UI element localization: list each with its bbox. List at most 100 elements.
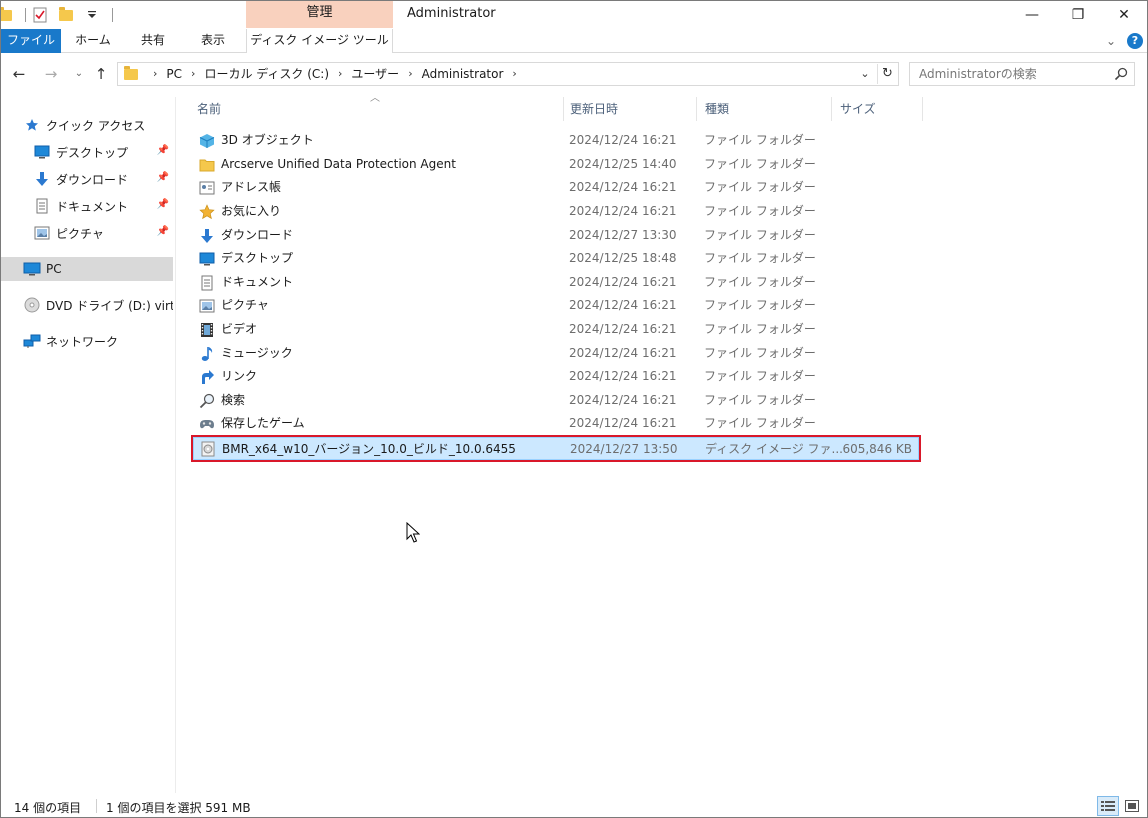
file-row[interactable]: 3D オブジェクト 2024/12/24 16:21 ファイル フォルダー	[193, 129, 919, 152]
file-row[interactable]: 検索 2024/12/24 16:21 ファイル フォルダー	[193, 389, 919, 412]
nav-item-pictures[interactable]: ピクチャ 📌	[33, 221, 173, 245]
recent-locations-icon[interactable]: ⌄	[69, 63, 89, 85]
file-date: 2024/12/24 16:21	[569, 275, 677, 289]
pin-icon[interactable]: 📌	[157, 145, 169, 156]
chevron-right-icon[interactable]: ›	[191, 63, 195, 85]
column-header-type[interactable]: 種類	[705, 97, 829, 121]
picture-icon	[198, 297, 216, 315]
nav-item-pc[interactable]: PC	[1, 257, 173, 281]
nav-item-downloads[interactable]: ダウンロード 📌	[33, 167, 173, 191]
file-list: ︿ 名前 更新日時 種類 サイズ 3D オブジェクト 2024/12/24 16…	[177, 93, 1147, 793]
file-name: 3D オブジェクト	[221, 133, 314, 147]
search-input[interactable]	[910, 63, 1106, 85]
file-row[interactable]: ピクチャ 2024/12/24 16:21 ファイル フォルダー	[193, 294, 919, 317]
star-icon	[23, 116, 41, 134]
large-icons-view-icon[interactable]	[1121, 796, 1143, 816]
details-view-icon[interactable]	[1097, 796, 1119, 816]
file-row[interactable]: アドレス帳 2024/12/24 16:21 ファイル フォルダー	[193, 176, 919, 199]
restore-button[interactable]: ❐	[1055, 1, 1101, 29]
file-row[interactable]: リンク 2024/12/24 16:21 ファイル フォルダー	[193, 365, 919, 388]
chevron-right-icon[interactable]: ›	[512, 63, 516, 85]
breadcrumb-pc[interactable]: PC	[166, 63, 182, 85]
refresh-icon[interactable]: ↻	[877, 64, 897, 84]
pin-icon[interactable]: 📌	[157, 226, 169, 237]
status-bar: 14 個の項目 1 個の項目を選択 591 MB	[1, 795, 1147, 817]
file-name: リンク	[221, 369, 258, 383]
file-row[interactable]: Arcserve Unified Data Protection Agent 2…	[193, 153, 919, 176]
expand-ribbon-icon[interactable]: ⌄	[1101, 34, 1121, 48]
music-icon	[198, 345, 216, 363]
file-name: ビデオ	[221, 322, 258, 336]
nav-item-label: PC	[46, 262, 62, 276]
file-row[interactable]: ドキュメント 2024/12/24 16:21 ファイル フォルダー	[193, 271, 919, 294]
minimize-button[interactable]: —	[1009, 1, 1055, 29]
column-header-date[interactable]: 更新日時	[570, 97, 694, 121]
breadcrumb-administrator[interactable]: Administrator	[422, 63, 504, 85]
file-name: ダウンロード	[221, 228, 294, 242]
pin-icon[interactable]: 📌	[157, 172, 169, 183]
disc-image-icon	[199, 440, 217, 458]
tab-view[interactable]: 表示	[185, 29, 241, 53]
file-date: 2024/12/24 16:21	[569, 369, 677, 383]
address-dropdown-icon[interactable]: ⌄	[856, 63, 874, 85]
close-button[interactable]: ✕	[1101, 1, 1147, 29]
file-row[interactable]: ミュージック 2024/12/24 16:21 ファイル フォルダー	[193, 342, 919, 365]
search-icon[interactable]	[1114, 67, 1128, 81]
file-name: アドレス帳	[221, 180, 282, 194]
file-date: 2024/12/25 18:48	[569, 251, 677, 265]
file-date: 2024/12/27 13:30	[569, 228, 677, 242]
nav-item-documents[interactable]: ドキュメント 📌	[33, 194, 173, 218]
favorites-icon	[198, 203, 216, 221]
nav-item-quick-access[interactable]: クイック アクセス	[23, 113, 173, 137]
forward-icon[interactable]: →	[41, 63, 61, 85]
file-row[interactable]: ダウンロード 2024/12/27 13:30 ファイル フォルダー	[193, 224, 919, 247]
pin-icon[interactable]: 📌	[157, 199, 169, 210]
tab-manage[interactable]: 管理	[246, 1, 393, 28]
search-box[interactable]	[909, 62, 1135, 86]
file-row-selected[interactable]: BMR_x64_w10_バージョン_10.0_ビルド_10.0.6455 202…	[191, 435, 921, 462]
file-name: ドキュメント	[221, 275, 294, 289]
up-icon[interactable]: ↑	[91, 63, 111, 85]
file-type: ディスク イメージ ファ...	[705, 442, 843, 456]
file-date: 2024/12/24 16:21	[569, 322, 677, 336]
file-row[interactable]: ビデオ 2024/12/24 16:21 ファイル フォルダー	[193, 318, 919, 341]
tab-share[interactable]: 共有	[125, 29, 181, 53]
column-header-size[interactable]: サイズ	[840, 97, 920, 121]
nav-item-network[interactable]: ネットワーク	[23, 329, 173, 353]
column-header-name[interactable]: 名前	[197, 97, 561, 121]
tab-file[interactable]: ファイル	[1, 29, 61, 53]
document-icon	[33, 197, 51, 215]
ribbon-right: ⌄ ?	[1101, 29, 1147, 53]
file-row[interactable]: お気に入り 2024/12/24 16:21 ファイル フォルダー	[193, 200, 919, 223]
address-bar[interactable]: › PC › ローカル ディスク (C:) › ユーザー › Administr…	[117, 62, 899, 86]
back-icon[interactable]: ←	[9, 63, 29, 85]
chevron-right-icon[interactable]: ›	[338, 63, 342, 85]
search-folder-icon	[198, 392, 216, 410]
new-folder-icon[interactable]	[56, 5, 76, 25]
breadcrumb-local-disk[interactable]: ローカル ディスク (C:)	[204, 63, 329, 85]
tab-home[interactable]: ホーム	[65, 29, 121, 53]
file-size: 605,846 KB	[842, 442, 912, 456]
breadcrumb: › PC › ローカル ディスク (C:) › ユーザー › Administr…	[144, 63, 526, 85]
help-icon[interactable]: ?	[1127, 33, 1143, 49]
download-icon	[198, 227, 216, 245]
chevron-right-icon[interactable]: ›	[153, 63, 157, 85]
file-row[interactable]: 保存したゲーム 2024/12/24 16:21 ファイル フォルダー	[193, 412, 919, 435]
breadcrumb-users[interactable]: ユーザー	[351, 63, 399, 85]
ribbon-tabs: ファイル ホーム 共有 表示 ディスク イメージ ツール ⌄ ?	[1, 29, 1147, 53]
file-date: 2024/12/24 16:21	[569, 298, 677, 312]
customize-qat-icon[interactable]	[82, 5, 102, 25]
properties-icon[interactable]	[30, 5, 50, 25]
mouse-cursor-icon	[406, 522, 420, 543]
file-row[interactable]: デスクトップ 2024/12/25 18:48 ファイル フォルダー	[193, 247, 919, 270]
tab-disk-image-tools[interactable]: ディスク イメージ ツール	[246, 29, 393, 53]
chevron-right-icon[interactable]: ›	[408, 63, 412, 85]
desktop-icon	[198, 250, 216, 268]
nav-item-desktop[interactable]: デスクトップ 📌	[33, 140, 173, 164]
file-type: ファイル フォルダー	[704, 322, 816, 336]
file-type: ファイル フォルダー	[704, 251, 816, 265]
nav-item-dvd-drive[interactable]: DVD ドライブ (D:) virtio	[23, 293, 173, 317]
nav-item-label: ピクチャ	[56, 226, 104, 241]
contacts-icon	[198, 179, 216, 197]
nav-item-label: DVD ドライブ (D:) virtio	[46, 298, 173, 313]
